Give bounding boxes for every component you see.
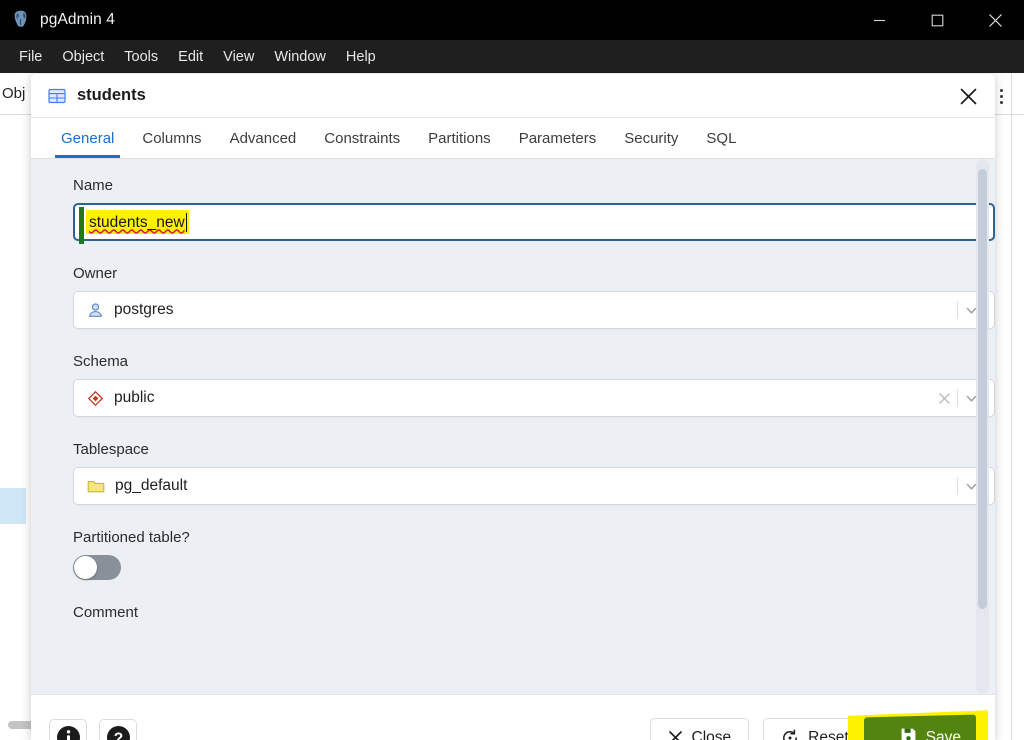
save-button[interactable]: Save <box>848 709 988 740</box>
name-highlight-edge <box>79 207 84 244</box>
schema-diamond-icon <box>87 390 104 406</box>
info-button[interactable] <box>49 718 87 740</box>
owner-value-wrap: postgres <box>87 301 173 319</box>
name-label: Name <box>73 177 114 194</box>
save-icon-wrap <box>900 727 917 740</box>
close-icon[interactable] <box>966 0 1024 40</box>
menu-bar: File Object Tools Edit View Window Help <box>0 40 1024 73</box>
tab-partitions[interactable]: Partitions <box>414 118 505 158</box>
dialog-title: students <box>77 86 146 104</box>
owner-select[interactable]: postgres <box>73 291 995 329</box>
app-title: pgAdmin 4 <box>40 11 116 28</box>
save-floppy-icon <box>901 728 916 740</box>
name-input-value: students_new <box>89 213 185 231</box>
owner-label: Owner <box>73 265 118 282</box>
tab-advanced[interactable]: Advanced <box>216 118 311 158</box>
close-button[interactable]: Close <box>649 717 750 740</box>
menu-item-window[interactable]: Window <box>264 45 336 69</box>
maximize-icon[interactable] <box>908 0 966 40</box>
partitioned-table-label: Partitioned table? <box>73 529 190 546</box>
general-form: Name students_new Owner postgres Schema … <box>31 177 995 621</box>
field-tablespace: Tablespace pg_default <box>73 441 995 505</box>
reset-button-label: Reset <box>808 728 849 740</box>
dialog-body: Name students_new Owner postgres Schema … <box>31 159 995 694</box>
field-partitioned-table: Partitioned table? <box>73 529 949 580</box>
minimize-icon[interactable] <box>850 0 908 40</box>
right-divider <box>1011 73 1012 740</box>
title-bar: pgAdmin 4 <box>0 0 1024 40</box>
comment-label: Comment <box>73 604 139 621</box>
close-button-label: Close <box>691 728 732 740</box>
partitioned-table-toggle[interactable] <box>73 555 121 580</box>
footer-right-actions: Close Reset Save <box>649 709 988 740</box>
menu-item-object[interactable]: Object <box>52 45 114 69</box>
schema-select[interactable]: public <box>73 379 995 417</box>
field-owner: Owner postgres <box>73 265 995 329</box>
tab-general[interactable]: General <box>47 118 128 158</box>
help-button[interactable]: ? <box>99 718 137 740</box>
save-highlight-yellow <box>848 709 988 740</box>
tab-constraints[interactable]: Constraints <box>310 118 414 158</box>
tab-columns[interactable]: Columns <box>128 118 215 158</box>
dialog-tab-bar: General Columns Advanced Constraints Par… <box>31 118 995 159</box>
folder-icon <box>87 480 105 492</box>
owner-value: postgres <box>114 301 174 318</box>
tab-sql[interactable]: SQL <box>692 118 750 158</box>
footer-left-actions: ? <box>49 718 137 740</box>
schema-label: Schema <box>73 353 129 370</box>
app-brand: pgAdmin 4 <box>0 9 115 31</box>
name-value-highlight: students_new <box>79 207 190 244</box>
reset-button[interactable]: Reset <box>763 717 867 740</box>
tab-parameters[interactable]: Parameters <box>505 118 611 158</box>
pgadmin-app-window: pgAdmin 4 File Object Tools Edit View Wi… <box>0 0 1024 740</box>
table-icon <box>48 87 66 105</box>
close-x-icon <box>668 731 682 740</box>
menu-item-edit[interactable]: Edit <box>168 45 213 69</box>
tab-security[interactable]: Security <box>610 118 692 158</box>
field-name: Name students_new <box>73 177 995 244</box>
help-icon: ? <box>106 726 130 740</box>
menu-item-file[interactable]: File <box>9 45 52 69</box>
dialog-footer: ? Close Reset Save <box>31 694 995 740</box>
reset-icon <box>783 729 798 740</box>
more-vertical-icon[interactable] <box>993 83 1009 109</box>
body-scrollbar-thumb[interactable] <box>978 169 987 609</box>
menu-item-help[interactable]: Help <box>336 45 386 69</box>
menu-item-tools[interactable]: Tools <box>114 45 168 69</box>
tablespace-value: pg_default <box>115 477 188 494</box>
table-properties-dialog: students General Columns Advanced Constr… <box>31 74 995 740</box>
tree-selected-row[interactable] <box>0 488 26 524</box>
text-caret <box>185 213 188 232</box>
schema-value-wrap: public <box>87 389 155 407</box>
toggle-knob <box>74 556 97 579</box>
schema-value: public <box>114 389 155 406</box>
tablespace-select[interactable]: pg_default <box>73 467 995 505</box>
info-icon <box>56 726 80 740</box>
dialog-close-icon[interactable] <box>953 81 983 111</box>
clear-x-icon[interactable] <box>931 379 957 417</box>
objects-panel-label: Obj <box>2 85 26 102</box>
svg-text:?: ? <box>113 730 122 740</box>
tablespace-value-wrap: pg_default <box>87 477 187 495</box>
save-button-label: Save <box>925 728 961 740</box>
dialog-header: students <box>31 74 995 118</box>
name-input[interactable]: students_new <box>73 203 995 244</box>
window-controls <box>850 0 1024 40</box>
tablespace-label: Tablespace <box>73 441 149 458</box>
user-icon <box>89 302 102 317</box>
field-schema: Schema public <box>73 353 995 417</box>
postgresql-elephant-icon <box>14 10 27 27</box>
menu-item-view[interactable]: View <box>213 45 264 69</box>
